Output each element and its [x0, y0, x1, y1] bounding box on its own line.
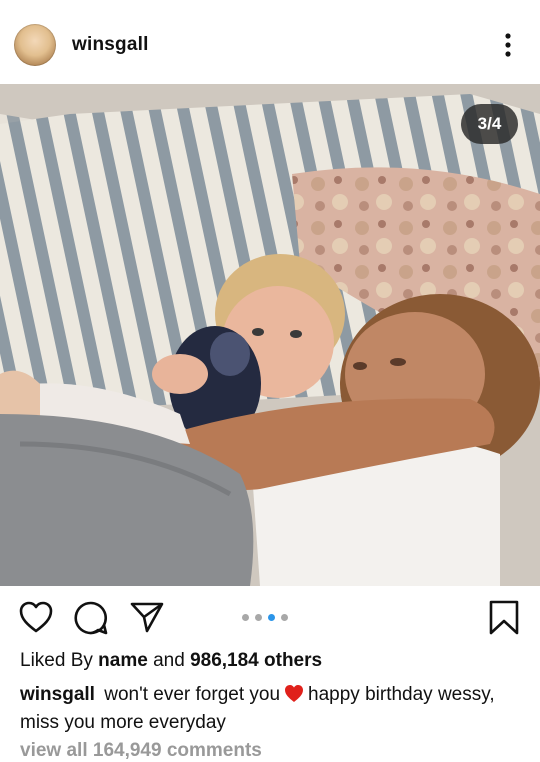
photo-counter: 3/4: [461, 104, 518, 144]
carousel-dot-active: [268, 614, 275, 621]
action-bar: [0, 586, 540, 650]
caption-text: won't ever forget you: [104, 684, 281, 705]
comment-icon[interactable]: [73, 600, 109, 641]
photo-illustration: [0, 84, 540, 586]
carousel-dot: [242, 614, 249, 621]
more-options-icon[interactable]: [496, 30, 520, 60]
user-avatar[interactable]: [14, 24, 56, 66]
liked-by-name[interactable]: name: [98, 650, 148, 671]
heart-icon[interactable]: [18, 600, 54, 639]
post-username[interactable]: winsgall: [72, 34, 149, 56]
post-header: winsgall: [0, 0, 540, 84]
carousel-dot: [255, 614, 262, 621]
bookmark-icon[interactable]: [488, 600, 520, 641]
likes-prefix: Liked By: [20, 650, 93, 671]
post-caption: winsgall won't ever forget you happy birt…: [20, 682, 525, 735]
caption-username[interactable]: winsgall: [20, 684, 95, 705]
post-photo[interactable]: [0, 84, 540, 586]
likes-summary[interactable]: Liked By name and 986,184 others: [20, 650, 322, 672]
likes-connector: and: [153, 650, 185, 671]
carousel-dot: [281, 614, 288, 621]
likes-count[interactable]: 986,184 others: [190, 650, 322, 671]
carousel-indicator: [242, 614, 288, 621]
share-icon[interactable]: [129, 600, 165, 639]
view-all-comments-link[interactable]: view all 164,949 comments: [20, 740, 262, 762]
red-heart-emoji-icon: [284, 684, 304, 710]
